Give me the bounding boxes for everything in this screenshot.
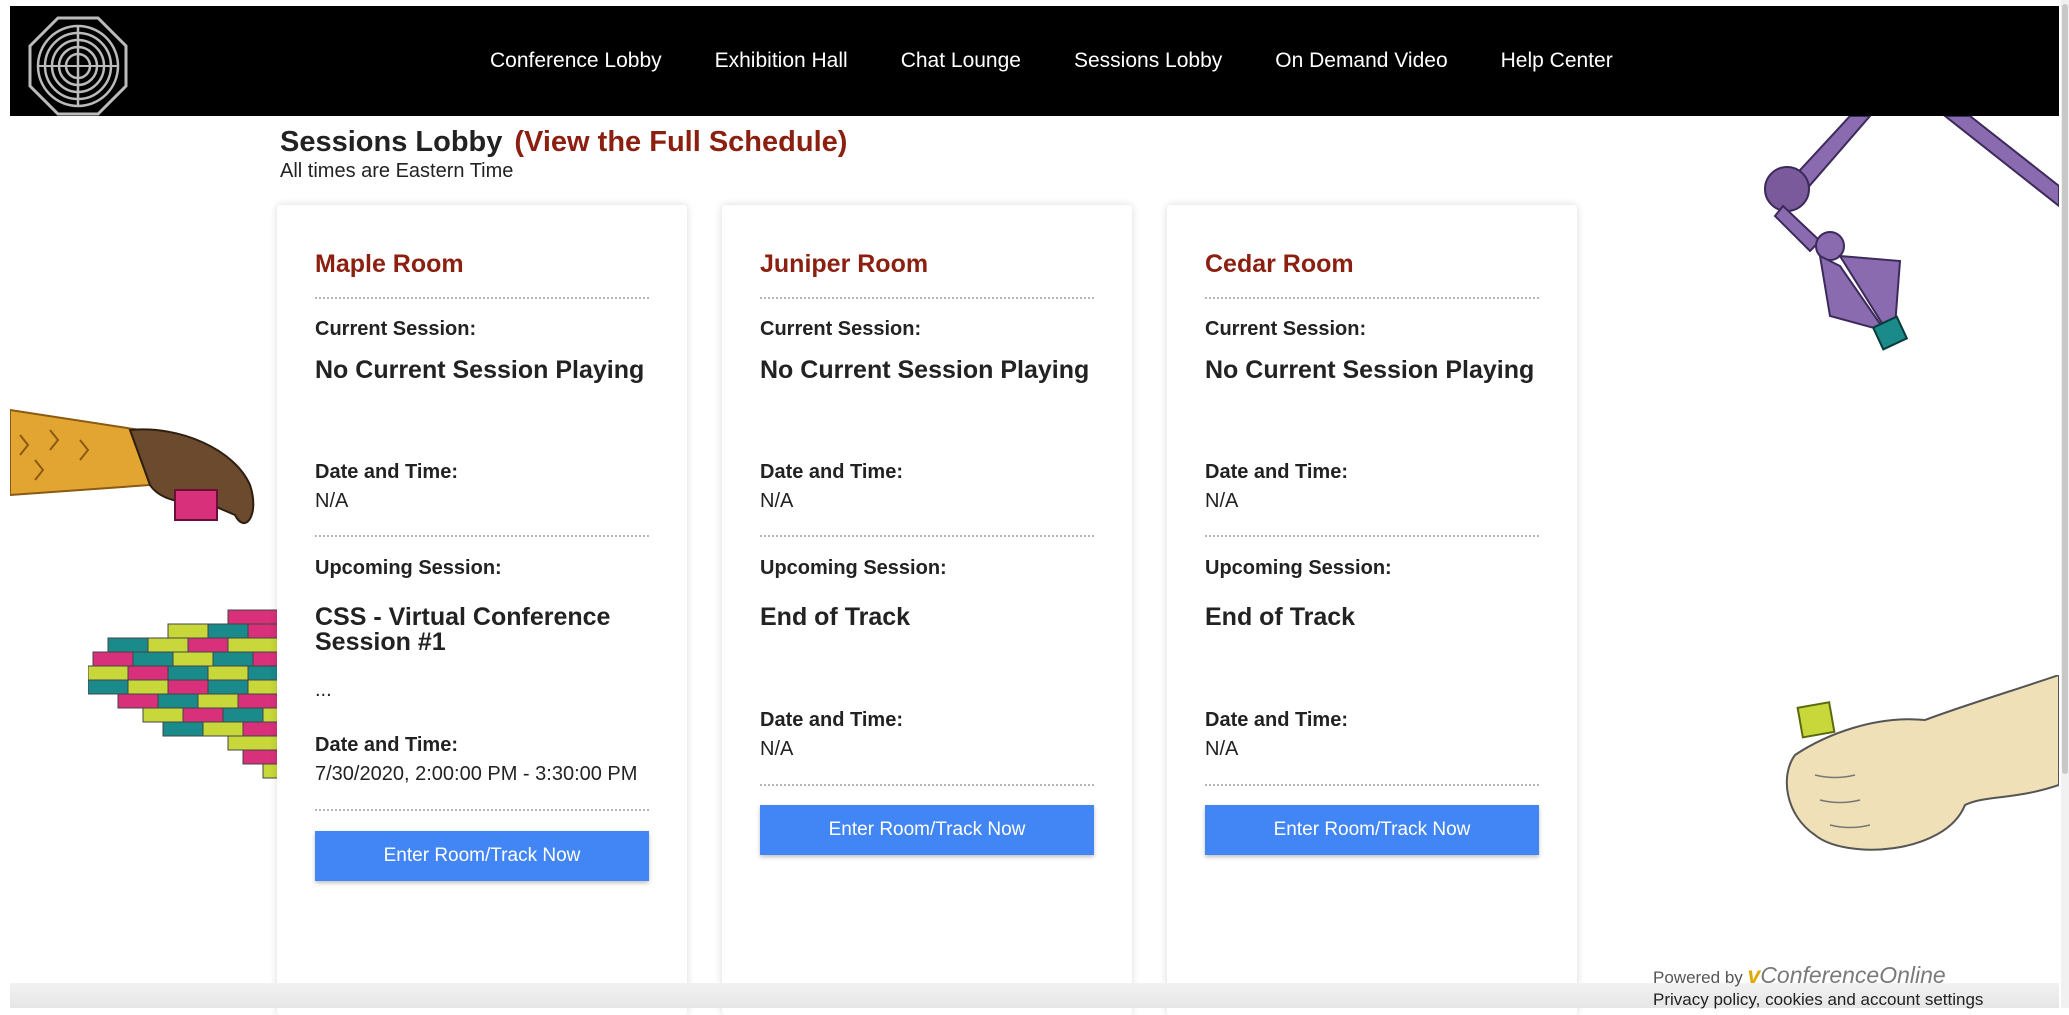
current-session-label: Current Session: bbox=[315, 318, 477, 340]
upcoming-session-description: ... bbox=[315, 679, 332, 701]
current-date-time-label: Date and Time: bbox=[315, 461, 458, 483]
divider bbox=[760, 297, 1094, 299]
upcoming-session-label: Upcoming Session: bbox=[1205, 557, 1392, 579]
view-full-schedule-link[interactable]: (View the Full Schedule) bbox=[514, 126, 847, 158]
upcoming-date-time-value: 7/30/2020, 2:00:00 PM - 3:30:00 PM bbox=[315, 763, 638, 785]
divider bbox=[760, 784, 1094, 786]
current-date-time-label: Date and Time: bbox=[1205, 461, 1348, 483]
robot-claw-illustration bbox=[1764, 116, 2059, 351]
divider bbox=[315, 809, 649, 811]
nav-chat-lounge[interactable]: Chat Lounge bbox=[901, 49, 1021, 73]
current-date-time-value: N/A bbox=[315, 490, 349, 512]
top-navigation-bar: Conference Lobby Exhibition Hall Chat Lo… bbox=[10, 6, 2059, 116]
divider bbox=[1205, 297, 1539, 299]
brand-v: v bbox=[1747, 962, 1761, 988]
nav-help-center[interactable]: Help Center bbox=[1501, 49, 1613, 73]
nav-conference-lobby[interactable]: Conference Lobby bbox=[490, 49, 662, 73]
divider bbox=[1205, 784, 1539, 786]
current-session-title: No Current Session Playing bbox=[1205, 356, 1535, 384]
room-card-cedar: Cedar Room Current Session: No Current S… bbox=[1167, 205, 1577, 1015]
enter-room-button[interactable]: Enter Room/Track Now bbox=[1205, 805, 1539, 855]
right-hand-holding-brick-illustration bbox=[1785, 675, 2059, 851]
upcoming-session-label: Upcoming Session: bbox=[760, 557, 947, 579]
page-title: Sessions Lobby (View the Full Schedule) bbox=[280, 126, 847, 159]
current-date-time-value: N/A bbox=[1205, 490, 1239, 512]
upcoming-session-title: End of Track bbox=[1205, 603, 1356, 631]
nav-sessions-lobby[interactable]: Sessions Lobby bbox=[1074, 49, 1222, 73]
enter-room-button[interactable]: Enter Room/Track Now bbox=[315, 831, 649, 881]
current-session-title: No Current Session Playing bbox=[760, 356, 1090, 384]
upcoming-date-time-value: N/A bbox=[1205, 738, 1239, 760]
upcoming-session-label: Upcoming Session: bbox=[315, 557, 502, 579]
powered-by-label: Powered by bbox=[1653, 968, 1743, 987]
current-date-time-label: Date and Time: bbox=[760, 461, 903, 483]
timezone-note: All times are Eastern Time bbox=[280, 160, 514, 182]
current-session-label: Current Session: bbox=[760, 318, 922, 340]
brick-wall-illustration bbox=[88, 609, 283, 779]
page-title-text: Sessions Lobby bbox=[280, 126, 503, 158]
current-date-time-value: N/A bbox=[760, 490, 794, 512]
current-session-label: Current Session: bbox=[1205, 318, 1367, 340]
labyrinth-logo-icon[interactable] bbox=[28, 16, 128, 116]
privacy-settings-link[interactable]: Privacy policy, cookies and account sett… bbox=[1653, 990, 1983, 1010]
divider bbox=[1205, 535, 1539, 537]
divider bbox=[315, 297, 649, 299]
divider bbox=[315, 535, 649, 537]
current-session-title: No Current Session Playing bbox=[315, 356, 645, 384]
main-nav: Conference Lobby Exhibition Hall Chat Lo… bbox=[490, 6, 1666, 116]
brand-name: ConferenceOnline bbox=[1760, 962, 1946, 988]
scrollbar-thumb[interactable] bbox=[2062, 4, 2068, 774]
divider bbox=[760, 535, 1094, 537]
page-scrollbar[interactable] bbox=[2061, 0, 2069, 1008]
room-name: Cedar Room bbox=[1205, 250, 1354, 278]
powered-by: Powered by vConferenceOnline bbox=[1653, 962, 1946, 989]
upcoming-session-title: End of Track bbox=[760, 603, 911, 631]
left-hand-holding-brick-illustration bbox=[10, 408, 255, 524]
upcoming-date-time-label: Date and Time: bbox=[760, 709, 903, 731]
nav-on-demand-video[interactable]: On Demand Video bbox=[1275, 49, 1447, 73]
room-name: Juniper Room bbox=[760, 250, 929, 278]
room-card-maple: Maple Room Current Session: No Current S… bbox=[277, 205, 687, 1015]
room-card-juniper: Juniper Room Current Session: No Current… bbox=[722, 205, 1132, 1015]
vconferenceonline-logo[interactable]: vConferenceOnline bbox=[1748, 962, 1946, 988]
enter-room-button[interactable]: Enter Room/Track Now bbox=[760, 805, 1094, 855]
room-name: Maple Room bbox=[315, 250, 464, 278]
nav-exhibition-hall[interactable]: Exhibition Hall bbox=[715, 49, 848, 73]
upcoming-session-title: CSS - Virtual Conference Session #1 bbox=[315, 603, 611, 656]
upcoming-date-time-label: Date and Time: bbox=[315, 734, 458, 756]
upcoming-date-time-label: Date and Time: bbox=[1205, 709, 1348, 731]
upcoming-date-time-value: N/A bbox=[760, 738, 794, 760]
